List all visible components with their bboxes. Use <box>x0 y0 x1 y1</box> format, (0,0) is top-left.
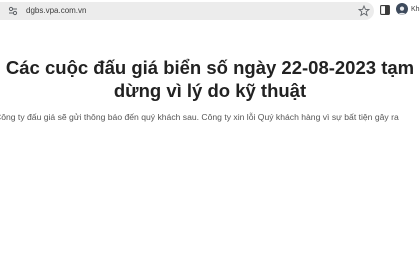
url-text[interactable]: dgbs.vpa.com.vn <box>26 5 86 17</box>
side-panel-icon[interactable] <box>380 5 390 15</box>
profile-button[interactable]: Kh <box>396 3 420 19</box>
profile-label: Kh <box>411 6 420 13</box>
page-title: Các cuộc đấu giá biển số ngày 22-08-2023… <box>5 57 415 101</box>
browser-toolbar: dgbs.vpa.com.vn Kh <box>0 0 420 22</box>
bookmark-star-icon[interactable] <box>358 5 370 17</box>
address-bar[interactable]: dgbs.vpa.com.vn <box>0 2 374 20</box>
profile-avatar-icon <box>396 3 408 15</box>
site-info-icon[interactable] <box>8 6 18 16</box>
notice-message: Công ty đấu giá sẽ gửi thông báo đến quý… <box>0 112 399 122</box>
